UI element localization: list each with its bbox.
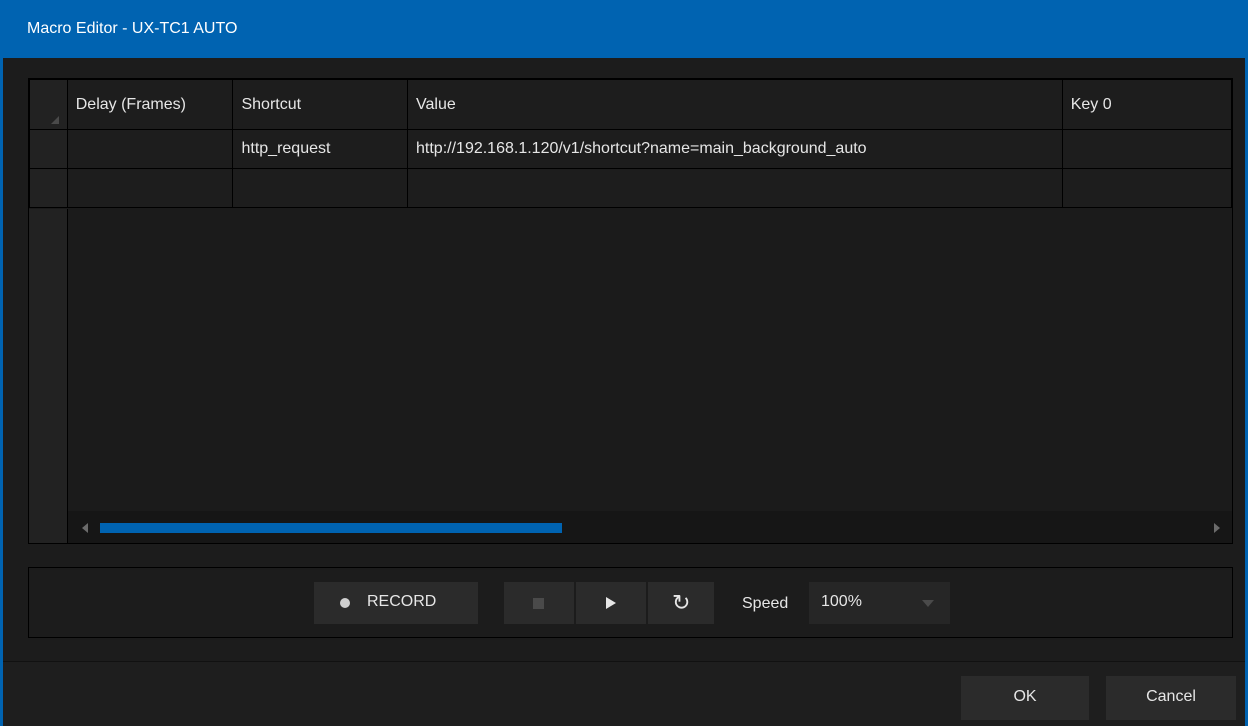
select-all-triangle-icon [51,116,59,124]
scroll-right-icon[interactable] [1214,523,1220,533]
row-header[interactable] [29,168,68,208]
row-header[interactable] [29,129,68,169]
record-label: RECORD [367,593,437,610]
cancel-button[interactable]: Cancel [1106,676,1236,720]
cell-value[interactable] [407,168,1063,208]
title-bar[interactable]: Macro Editor - UX-TC1 AUTO [3,0,1245,58]
cell-key0[interactable] [1061,129,1232,169]
scroll-left-icon[interactable] [82,523,88,533]
row-header-column [29,209,68,543]
record-button[interactable]: RECORD [314,582,478,624]
scrollbar-thumb[interactable] [100,523,562,533]
cell-delay[interactable] [66,129,234,169]
chevron-down-icon [922,600,934,607]
column-header-key0[interactable]: Key 0 [1061,79,1232,130]
cell-value[interactable]: http://192.168.1.120/v1/shortcut?name=ma… [407,129,1063,169]
speed-dropdown[interactable]: 100% [809,582,950,624]
dialog-footer: OK Cancel [3,662,1245,726]
stop-button[interactable] [504,582,574,624]
ok-label: OK [1013,688,1037,705]
cancel-label: Cancel [1146,688,1196,705]
loop-button[interactable]: ↻ [648,582,714,624]
cell-shortcut[interactable] [232,168,409,208]
stop-icon [533,598,544,609]
column-header-value[interactable]: Value [407,79,1063,130]
column-header-shortcut[interactable]: Shortcut [232,79,409,130]
macro-grid[interactable]: Delay (Frames) Shortcut Value Key 0 http… [28,78,1233,544]
table-row[interactable] [29,168,1232,208]
horizontal-scrollbar[interactable] [68,511,1232,543]
window-title: Macro Editor - UX-TC1 AUTO [27,20,238,37]
cell-key0[interactable] [1061,168,1232,208]
loop-icon: ↻ [672,590,691,615]
ok-button[interactable]: OK [961,676,1089,720]
table-header-row: Delay (Frames) Shortcut Value Key 0 [29,79,1232,130]
cell-shortcut[interactable]: http_request [232,129,409,169]
speed-label: Speed [742,595,789,612]
cell-delay[interactable] [66,168,234,208]
play-icon [606,597,616,609]
playback-controls: RECORD ↻ Speed 100% [28,567,1233,638]
column-header-delay[interactable]: Delay (Frames) [66,79,234,130]
macro-editor-window: Macro Editor - UX-TC1 AUTO Delay (Frames… [0,0,1248,726]
table-row[interactable]: http_request http://192.168.1.120/v1/sho… [29,129,1232,169]
record-dot-icon [340,598,350,608]
macro-table: Delay (Frames) Shortcut Value Key 0 http… [29,79,1232,208]
corner-cell[interactable] [29,79,68,130]
play-button[interactable] [576,582,646,624]
speed-value: 100% [821,593,862,610]
